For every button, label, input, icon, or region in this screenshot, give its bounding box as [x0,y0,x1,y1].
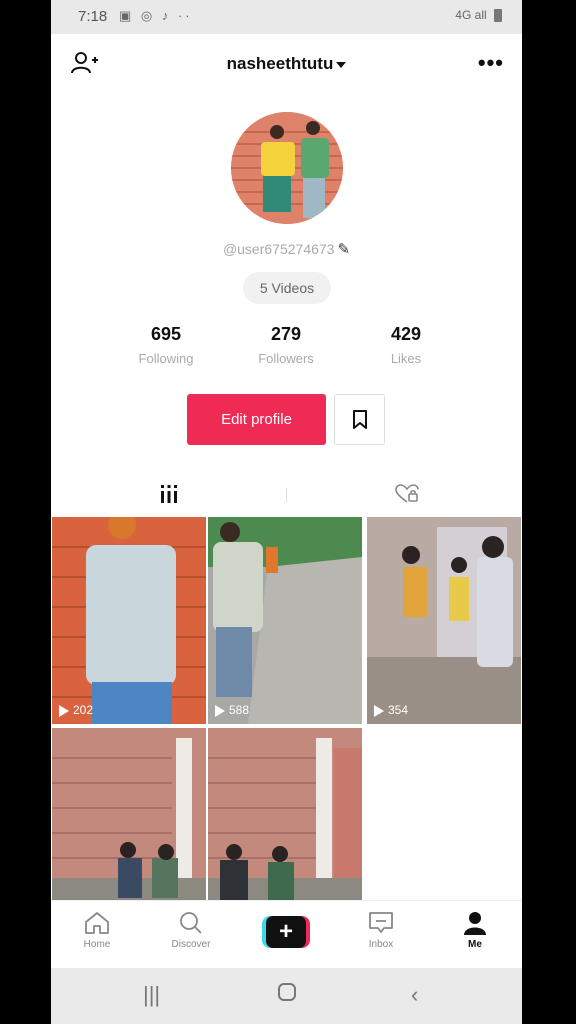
grid-icon [161,485,177,503]
circle-home-icon [278,983,296,1001]
status-bar: 7:18 ▣ ◎ ♪ ·· 4G all [51,0,522,34]
more-options-icon[interactable]: ••• [478,50,504,76]
nav-home-label: Home [83,939,111,950]
home-icon [85,912,109,934]
nav-inbox[interactable]: Inbox [351,911,411,950]
heart-lock-icon [395,484,419,503]
back-icon[interactable]: ‹ [411,982,418,1008]
view-count: 202 [59,703,93,717]
edit-profile-button[interactable]: Edit profile [187,394,326,445]
video-thumbnail[interactable]: 202 [52,517,206,724]
video-thumbnail[interactable]: 354 [367,517,521,724]
nav-home[interactable]: Home [67,911,127,950]
play-icon [215,704,225,717]
inbox-icon [369,912,393,933]
signal-icon: all [474,8,487,22]
view-count-value: 202 [73,703,94,717]
user-handle: @user675274673 [222,241,335,257]
tab-videos[interactable] [51,472,286,516]
search-icon [180,912,202,934]
username-title: nasheethtutu [226,54,334,73]
view-count-value: 588 [229,703,250,717]
edit-pencil-icon[interactable]: ✎ [337,241,350,258]
home-button-icon[interactable] [277,982,297,1008]
system-indicators: 4G all [455,8,502,23]
stat-following-value: 695 [150,324,182,344]
avatar-photo [231,112,343,224]
system-navigation-bar: ||| ‹ [51,968,522,1024]
account-switcher[interactable]: nasheethtutu [51,54,522,74]
video-thumbnail-image [52,517,206,724]
recent-apps-icon[interactable]: ||| [143,982,160,1008]
stat-following-label: Following [138,351,194,366]
phone-screen: 7:18 ▣ ◎ ♪ ·· 4G all nasheethtutu ••• @u… [51,0,522,1024]
video-thumbnail-image [208,517,362,724]
nav-inbox-label: Inbox [368,939,394,950]
stat-likes-value: 429 [390,324,422,344]
nav-discover[interactable]: Discover [161,911,221,950]
nav-me[interactable]: Me [445,911,505,950]
stat-following[interactable]: 695 Following [116,324,216,366]
avatar[interactable] [231,112,343,224]
nav-discover-label: Discover [171,939,211,950]
videos-count-pill: 5 Videos [243,272,331,304]
stat-followers-label: Followers [258,351,314,366]
person-icon [464,912,486,935]
nav-me-label: Me [468,939,482,950]
stat-followers-value: 279 [270,324,302,344]
battery-icon [494,9,502,23]
plus-icon: + [266,916,306,948]
view-count-value: 354 [388,703,409,717]
create-video-button[interactable]: + [262,916,310,948]
stat-followers[interactable]: 279 Followers [236,324,336,366]
stat-likes[interactable]: 429 Likes [356,324,456,366]
video-thumbnail-image [367,517,521,724]
profile-header: nasheethtutu ••• [51,44,522,84]
view-count: 354 [374,703,408,717]
user-handle-row[interactable]: @user675274673 ✎ [51,240,522,258]
video-thumbnail[interactable]: 588 [208,517,362,724]
stat-likes-label: Likes [390,351,422,366]
bottom-nav: Home Discover + Inbox Me [51,900,522,968]
favorites-button[interactable] [334,394,385,445]
bookmark-icon [353,410,367,429]
play-icon [59,704,69,717]
network-type: 4G [455,8,472,22]
tab-liked[interactable] [287,472,522,516]
content-tabs [51,472,522,516]
notification-icons: ▣ ◎ ♪ ·· [119,8,193,23]
view-count: 588 [215,703,249,717]
chevron-down-icon [336,61,347,68]
status-time: 7:18 [78,8,108,25]
play-icon [374,704,384,717]
